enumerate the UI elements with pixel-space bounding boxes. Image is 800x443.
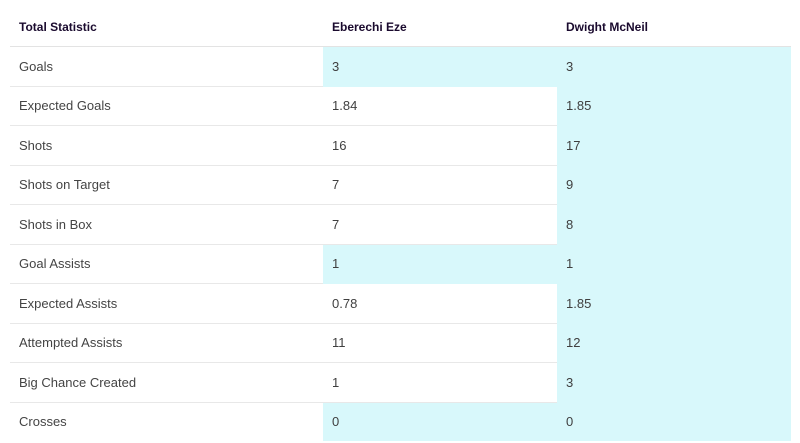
player-1-value: 7 — [323, 204, 557, 245]
stat-label: Shots on Target — [10, 165, 323, 205]
stats-comparison-table: Total Statistic Eberechi Eze Dwight McNe… — [10, 7, 791, 441]
table-row: Expected Goals 1.84 1.85 — [10, 86, 791, 126]
stat-label: Shots in Box — [10, 204, 323, 245]
player-2-value: 3 — [557, 46, 791, 87]
player-1-value: 16 — [323, 125, 557, 166]
player-2-value: 3 — [557, 362, 791, 403]
table-row: Crosses 0 0 — [10, 402, 791, 441]
header-total-statistic: Total Statistic — [10, 7, 323, 47]
player-2-value: 8 — [557, 204, 791, 245]
player-2-value: 17 — [557, 125, 791, 166]
stat-label: Shots — [10, 125, 323, 166]
table-row: Shots 16 17 — [10, 125, 791, 166]
stat-label: Crosses — [10, 402, 323, 441]
stat-label: Goals — [10, 46, 323, 87]
player-1-value: 1.84 — [323, 86, 557, 126]
player-1-value: 1 — [323, 244, 557, 284]
stat-label: Expected Goals — [10, 86, 323, 126]
table-row: Goal Assists 1 1 — [10, 244, 791, 284]
table-row: Shots in Box 7 8 — [10, 204, 791, 245]
player-1-value: 3 — [323, 46, 557, 87]
player-2-value: 1 — [557, 244, 791, 284]
stat-label: Big Chance Created — [10, 362, 323, 403]
player-2-value: 1.85 — [557, 86, 791, 126]
player-1-value: 1 — [323, 362, 557, 403]
table-body: Goals 3 3 Expected Goals 1.84 1.85 Shots… — [10, 46, 791, 441]
player-2-value: 0 — [557, 402, 791, 441]
stat-label: Goal Assists — [10, 244, 323, 284]
table-row: Expected Assists 0.78 1.85 — [10, 283, 791, 324]
player-1-value: 11 — [323, 323, 557, 363]
player-1-value: 7 — [323, 165, 557, 205]
player-2-value: 9 — [557, 165, 791, 205]
table-header-row: Total Statistic Eberechi Eze Dwight McNe… — [10, 7, 791, 47]
table-row: Attempted Assists 11 12 — [10, 323, 791, 363]
table-row: Big Chance Created 1 3 — [10, 362, 791, 403]
player-2-value: 12 — [557, 323, 791, 363]
header-player-2: Dwight McNeil — [557, 7, 791, 47]
player-1-value: 0 — [323, 402, 557, 441]
table-row: Shots on Target 7 9 — [10, 165, 791, 205]
stat-label: Attempted Assists — [10, 323, 323, 363]
player-2-value: 1.85 — [557, 283, 791, 324]
header-player-1: Eberechi Eze — [323, 7, 557, 47]
stat-label: Expected Assists — [10, 283, 323, 324]
table-row: Goals 3 3 — [10, 46, 791, 87]
player-1-value: 0.78 — [323, 283, 557, 324]
